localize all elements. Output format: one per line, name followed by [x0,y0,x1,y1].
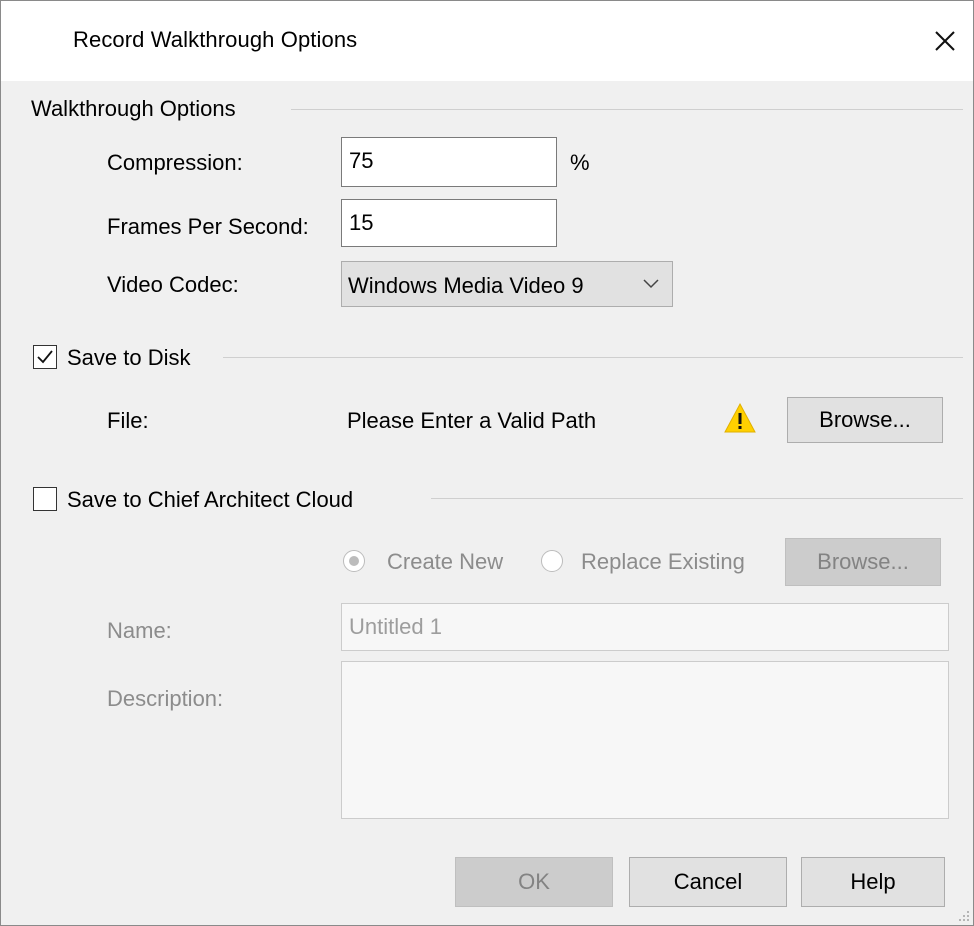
description-label: Description: [107,686,224,711]
cloud-name-input[interactable]: Untitled 1 [341,603,949,651]
save-to-cloud-checkbox[interactable] [33,487,57,511]
compression-label: Compression: [107,150,243,175]
create-new-radio[interactable] [343,550,365,572]
close-icon [935,31,955,51]
cloud-description-textarea[interactable] [341,661,949,819]
codec-selected-value: Windows Media Video 9 [348,273,584,298]
save-to-disk-checkbox[interactable] [33,345,57,369]
codec-select[interactable]: Windows Media Video 9 [341,261,673,307]
compression-input[interactable]: 75 [341,137,557,187]
chevron-down-icon [643,279,659,289]
walkthrough-options-group-title: Walkthrough Options [31,96,236,121]
warning-icon [724,402,756,433]
fps-input[interactable]: 15 [341,199,557,247]
cancel-button[interactable]: Cancel [629,857,787,907]
replace-existing-label: Replace Existing [581,549,745,574]
radio-selected-dot [349,556,359,566]
replace-existing-radio[interactable] [541,550,563,572]
save-to-cloud-label: Save to Chief Architect Cloud [67,487,354,512]
checkmark-icon [37,350,53,364]
resize-grip-icon[interactable] [955,907,971,923]
fps-label: Frames Per Second: [107,214,309,239]
compression-unit: % [570,150,590,175]
group-divider [291,109,963,110]
help-button[interactable]: Help [801,857,945,907]
group-divider [223,357,963,358]
title-bar: Record Walkthrough Options [1,1,973,81]
group-divider [431,498,963,499]
file-label: File: [107,408,149,433]
record-walkthrough-dialog: Record Walkthrough Options Walkthrough O… [0,0,974,926]
file-path-value: Please Enter a Valid Path [347,408,597,433]
name-label: Name: [107,618,172,643]
codec-label: Video Codec: [107,272,239,297]
ok-button[interactable]: OK [455,857,613,907]
close-button[interactable] [923,19,967,63]
create-new-label: Create New [387,549,504,574]
save-to-disk-label: Save to Disk [67,345,191,370]
dialog-title: Record Walkthrough Options [73,27,358,52]
browse-file-button[interactable]: Browse... [787,397,943,443]
browse-cloud-button[interactable]: Browse... [785,538,941,586]
